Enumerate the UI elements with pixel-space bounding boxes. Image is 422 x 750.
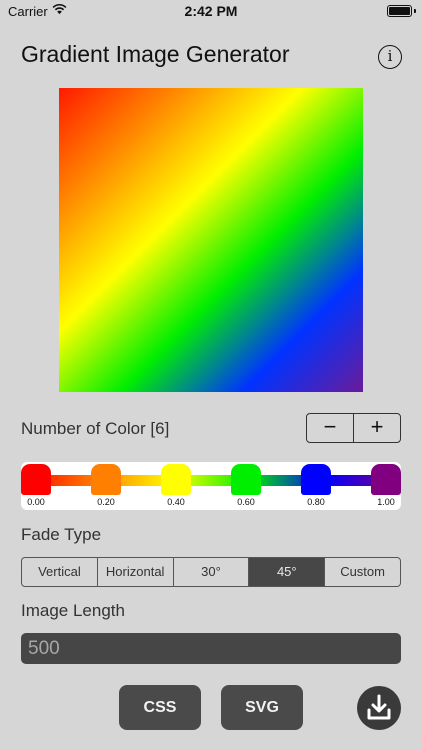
color-stop-value: 0.60 bbox=[237, 497, 255, 507]
fade-option-30[interactable]: 30° bbox=[172, 558, 249, 586]
download-icon[interactable] bbox=[357, 686, 401, 730]
css-button[interactable]: CSS bbox=[119, 685, 201, 730]
color-stop-swatch bbox=[371, 464, 401, 495]
battery-icon bbox=[387, 5, 412, 17]
color-stop[interactable]: 0.40 bbox=[161, 464, 191, 508]
info-icon[interactable]: i bbox=[378, 45, 402, 69]
color-bar-gradient bbox=[21, 475, 401, 486]
color-count-label: Number of Color [6] bbox=[21, 419, 170, 438]
color-stop[interactable]: 0.80 bbox=[301, 464, 331, 508]
fade-type-label: Fade Type bbox=[21, 525, 102, 544]
clock-time: 2:42 PM bbox=[184, 3, 238, 19]
color-stop[interactable]: 1.00 bbox=[371, 464, 401, 508]
fade-type-selector[interactable]: Vertical Horizontal 30° 45° Custom bbox=[21, 557, 401, 587]
image-length-input[interactable] bbox=[21, 633, 401, 664]
fade-option-vertical[interactable]: Vertical bbox=[22, 558, 97, 586]
color-stop-value: 0.00 bbox=[27, 497, 45, 507]
fade-option-45[interactable]: 45° bbox=[248, 558, 325, 586]
color-stop[interactable]: 0.00 bbox=[21, 464, 51, 508]
color-stop-swatch bbox=[301, 464, 331, 495]
color-count-stepper[interactable]: − + bbox=[306, 413, 401, 443]
increment-button[interactable]: + bbox=[353, 414, 400, 442]
color-stop-swatch bbox=[91, 464, 121, 495]
fade-option-horizontal[interactable]: Horizontal bbox=[96, 558, 173, 586]
status-bar: Carrier 2:42 PM bbox=[0, 0, 422, 22]
color-stop-value: 0.80 bbox=[307, 497, 325, 507]
color-stop-bar[interactable]: 0.00 0.20 0.40 0.60 0.80 1.00 bbox=[21, 462, 401, 510]
color-stop[interactable]: 0.20 bbox=[91, 464, 121, 508]
image-length-label: Image Length bbox=[21, 601, 125, 620]
battery-tip bbox=[414, 9, 416, 13]
decrement-button[interactable]: − bbox=[307, 414, 353, 442]
color-stop-swatch bbox=[231, 464, 261, 495]
gradient-preview bbox=[59, 88, 363, 392]
fade-option-custom[interactable]: Custom bbox=[324, 558, 400, 586]
color-stop-value: 1.00 bbox=[377, 497, 395, 507]
page-title: Gradient Image Generator bbox=[21, 41, 290, 67]
color-stop-value: 0.40 bbox=[167, 497, 185, 507]
color-bar-background bbox=[21, 462, 401, 510]
svg-button[interactable]: SVG bbox=[221, 685, 303, 730]
color-stop[interactable]: 0.60 bbox=[231, 464, 261, 508]
color-stop-swatch bbox=[161, 464, 191, 495]
color-stop-value: 0.20 bbox=[97, 497, 115, 507]
color-stop-swatch bbox=[21, 464, 51, 495]
